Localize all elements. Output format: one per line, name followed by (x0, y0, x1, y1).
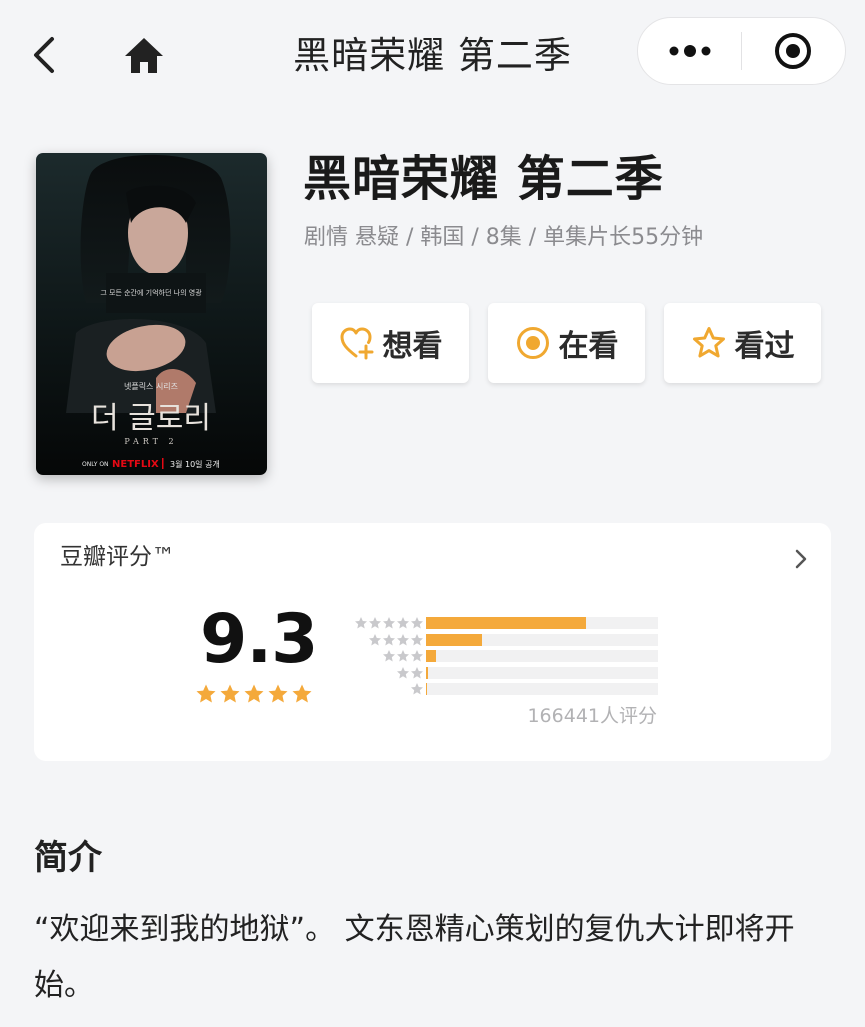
want-to-watch-button[interactable]: 想看 (312, 303, 469, 383)
close-button[interactable] (742, 18, 845, 84)
rating-row-1-star (344, 681, 664, 697)
small-star-icon (383, 633, 395, 645)
small-star-icon (369, 633, 381, 645)
rating-row-stars (354, 616, 424, 630)
rating-row-stars (396, 666, 424, 680)
home-button[interactable] (118, 30, 170, 80)
small-star-icon (383, 617, 395, 629)
intro-title: 简介 (34, 838, 102, 878)
rating-row-3-star (344, 648, 664, 664)
star-filled-icon (268, 684, 288, 703)
poster-title-ko: 더 글로리 (91, 401, 211, 436)
poster-date: 3월 10일 공개 (170, 459, 220, 469)
poster-part: PART 2 (124, 437, 177, 446)
poster-only-on: ONLY ON (82, 461, 109, 468)
back-arrow-icon (34, 37, 54, 73)
small-star-icon (397, 617, 409, 629)
rating-row-stars (382, 649, 424, 663)
watching-label: 在看 (558, 329, 619, 364)
action-buttons: 想看 在看 看过 (312, 303, 821, 383)
rating-bar-track (426, 666, 658, 679)
poster-image[interactable]: 그 모든 순간에 기억하던 나의 영광 넷플릭스 시리즈 더 글로리 PART … (36, 153, 267, 475)
poster-series-label: 넷플릭스 시리즈 (124, 381, 178, 391)
chevron-right-icon[interactable] (791, 545, 811, 573)
rating-count: 166441人评分 (527, 705, 657, 727)
small-star-icon (355, 617, 367, 629)
rating-row-stars (410, 682, 424, 696)
score-stars (195, 683, 313, 705)
heart-plus-icon (340, 327, 373, 360)
watching-target-icon (516, 327, 549, 359)
star-filled-icon (196, 684, 216, 703)
rating-bar-track (426, 650, 658, 662)
small-star-icon (411, 650, 423, 662)
movie-title: 黑暗荣耀 第二季 (303, 151, 664, 207)
more-button[interactable] (638, 18, 741, 84)
rating-row-stars (368, 633, 424, 647)
poster-tagline: 그 모든 순간에 기억하던 나의 영광 (100, 288, 202, 297)
rating-bar-fill (426, 633, 482, 646)
mini-program-capsule (637, 17, 846, 85)
more-dots-icon (669, 45, 710, 57)
small-star-icon (411, 683, 423, 695)
want-label: 想看 (382, 329, 443, 364)
rating-bar-track (426, 683, 658, 695)
rating-distribution (344, 615, 664, 698)
rating-row-2-star (344, 665, 664, 681)
top-nav-bar: 黑暗荣耀 第二季 (0, 0, 865, 110)
rating-header: 豆瓣评分™ (60, 544, 175, 570)
small-star-icon (383, 650, 395, 662)
rating-bar-fill (426, 666, 428, 679)
star-outline-icon (692, 327, 725, 358)
watched-label: 看过 (734, 329, 795, 364)
rating-bar-fill (426, 683, 428, 695)
rating-bar-fill (426, 617, 587, 629)
intro-text: “欢迎来到我的地狱”。 文东恩精心策划的复仇大计即将开始。 (34, 912, 795, 1003)
small-star-icon (369, 617, 381, 629)
rating-bar-fill (426, 650, 437, 662)
watched-button[interactable]: 看过 (664, 303, 821, 383)
star-filled-icon (220, 684, 240, 703)
rating-score: 9.3 (200, 600, 318, 679)
target-close-icon (775, 33, 812, 69)
small-star-icon (411, 617, 423, 629)
small-star-icon (411, 633, 423, 645)
watching-button[interactable]: 在看 (488, 303, 645, 383)
movie-meta: 剧情 悬疑 / 韩国 / 8集 / 单集片长55分钟 (304, 225, 704, 250)
netflix-logo: NETFLIX (112, 459, 159, 470)
small-star-icon (411, 666, 423, 678)
rating-bar-track (426, 633, 658, 646)
small-star-icon (397, 633, 409, 645)
small-star-icon (397, 666, 409, 678)
movie-detail-page: 黑暗荣耀 第二季 그 모든 순간에 기억하던 나의 영광 넷플릭스 시리즈 더 … (0, 0, 865, 1027)
rating-row-5-star (344, 615, 664, 631)
back-button[interactable] (22, 30, 66, 80)
small-star-icon (397, 650, 409, 662)
rating-bar-track (426, 617, 658, 629)
star-filled-icon (244, 684, 264, 703)
star-filled-icon (292, 684, 312, 703)
home-icon (125, 38, 163, 73)
rating-row-4-star (344, 632, 664, 648)
nav-title: 黑暗荣耀 第二季 (293, 34, 572, 77)
douban-rating-card[interactable]: 豆瓣评分™ 9.3 166441人评分 (34, 523, 831, 761)
